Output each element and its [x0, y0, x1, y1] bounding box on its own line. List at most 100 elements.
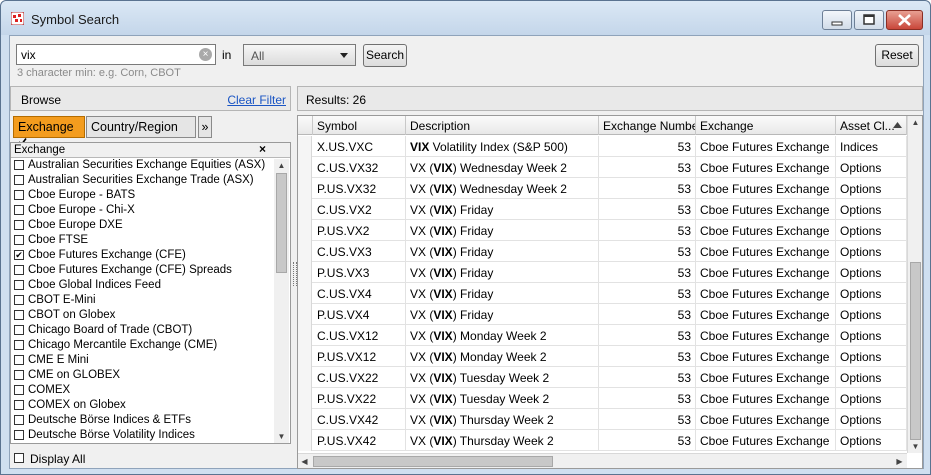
list-item[interactable]: Cboe FTSE — [11, 234, 273, 249]
list-item[interactable]: CME E Mini — [11, 354, 273, 369]
table-row[interactable]: X.US.VXC VIX Volatility Index (S&P 500) 53… — [298, 136, 907, 157]
list-item[interactable]: Cboe Europe - Chi-X — [11, 204, 273, 219]
checkbox[interactable] — [14, 340, 24, 350]
row-gutter[interactable] — [298, 157, 312, 178]
list-item[interactable]: Deutsche Börse Indices & ETFs — [11, 414, 273, 429]
table-row[interactable]: P.US.VX4 VX (VIX) Friday 53 Cboe Futures Ex… — [298, 304, 907, 325]
list-item[interactable]: Deutsche Börse Volatility Indices — [11, 429, 273, 443]
table-row[interactable]: C.US.VX2 VX (VIX) Friday 53 Cboe Futures Ex… — [298, 199, 907, 220]
row-gutter[interactable] — [298, 304, 312, 325]
list-close-icon[interactable]: × — [259, 142, 266, 156]
checkbox[interactable] — [14, 430, 24, 440]
list-item[interactable]: Chicago Board of Trade (CBOT) — [11, 324, 273, 339]
scroll-up-icon[interactable]: ▲ — [274, 159, 289, 172]
checkbox[interactable] — [14, 355, 24, 365]
checkbox[interactable] — [14, 235, 24, 245]
results-horizontal-scrollbar[interactable]: ◀ ▶ — [298, 453, 907, 468]
row-gutter[interactable] — [298, 220, 312, 241]
row-gutter[interactable] — [298, 367, 312, 388]
scroll-up-icon[interactable]: ▲ — [908, 116, 922, 129]
checkbox[interactable] — [14, 190, 24, 200]
column-header-description[interactable]: Description — [406, 116, 599, 135]
checkbox[interactable] — [14, 160, 24, 170]
table-row[interactable]: P.US.VX3 VX (VIX) Friday 53 Cboe Futures Ex… — [298, 262, 907, 283]
row-gutter[interactable] — [298, 199, 312, 220]
list-item[interactable]: Chicago Mercantile Exchange (CME) — [11, 339, 273, 354]
row-gutter[interactable] — [298, 388, 312, 409]
table-row[interactable]: C.US.VX32 VX (VIX) Wednesday Week 2 53 Cboe… — [298, 157, 907, 178]
search-input[interactable] — [21, 47, 193, 62]
checkbox[interactable] — [14, 415, 24, 425]
minimize-button[interactable] — [822, 10, 852, 30]
clear-x-icon[interactable]: × — [199, 48, 212, 61]
table-row[interactable]: C.US.VX3 VX (VIX) Friday 53 Cboe Futures Ex… — [298, 241, 907, 262]
list-item[interactable]: ✔ Cboe Futures Exchange (CFE) — [11, 249, 273, 264]
checkbox[interactable] — [14, 220, 24, 230]
table-row[interactable]: C.US.VX12 VX (VIX) Monday Week 2 53 Cboe Fu… — [298, 325, 907, 346]
list-item[interactable]: COMEX — [11, 384, 273, 399]
results-vertical-scrollbar[interactable]: ▲ ▼ — [907, 116, 922, 453]
row-gutter[interactable] — [298, 430, 312, 451]
row-gutter[interactable] — [298, 283, 312, 304]
reset-button[interactable]: Reset — [875, 44, 919, 67]
list-item[interactable]: Australian Securities Exchange Trade (AS… — [11, 174, 273, 189]
table-row[interactable]: P.US.VX22 VX (VIX) Tuesday Week 2 53 Cboe F… — [298, 388, 907, 409]
row-gutter[interactable] — [298, 241, 312, 262]
scope-select[interactable]: All — [243, 44, 356, 66]
search-input-box[interactable]: × — [16, 44, 216, 65]
list-item[interactable]: Cboe Global Indices Feed — [11, 279, 273, 294]
table-row[interactable]: C.US.VX22 VX (VIX) Tuesday Week 2 53 Cboe F… — [298, 367, 907, 388]
search-button[interactable]: Search — [363, 44, 407, 67]
column-header-exchange-number[interactable]: Exchange Number — [599, 116, 696, 135]
checkbox[interactable] — [14, 400, 24, 410]
clear-filter-link[interactable]: Clear Filter — [227, 93, 286, 107]
scroll-right-icon[interactable]: ▶ — [893, 455, 906, 468]
checkbox[interactable] — [14, 370, 24, 380]
checkbox[interactable] — [14, 265, 24, 275]
list-item[interactable]: Cboe Europe DXE — [11, 219, 273, 234]
scroll-down-icon[interactable]: ▼ — [908, 440, 922, 453]
row-gutter[interactable] — [298, 136, 312, 157]
checkbox[interactable] — [14, 175, 24, 185]
list-item[interactable]: CBOT on Globex — [11, 309, 273, 324]
list-item[interactable]: Australian Securities Exchange Equities … — [11, 159, 273, 174]
table-row[interactable]: P.US.VX32 VX (VIX) Wednesday Week 2 53 Cboe… — [298, 178, 907, 199]
checkbox[interactable] — [14, 295, 24, 305]
table-row[interactable]: P.US.VX12 VX (VIX) Monday Week 2 53 Cboe Fu… — [298, 346, 907, 367]
list-item[interactable]: CBOT E-Mini — [11, 294, 273, 309]
table-row[interactable]: C.US.VX42 VX (VIX) Thursday Week 2 53 Cboe … — [298, 409, 907, 430]
checkbox[interactable] — [14, 325, 24, 335]
scrollbar-thumb[interactable] — [313, 456, 553, 467]
row-gutter[interactable] — [298, 178, 312, 199]
list-item[interactable]: COMEX on Globex — [11, 399, 273, 414]
exchange-list-scrollbar[interactable]: ▲ ▼ — [274, 159, 289, 443]
row-gutter[interactable] — [298, 325, 312, 346]
row-gutter[interactable] — [298, 409, 312, 430]
table-row[interactable]: P.US.VX42 VX (VIX) Thursday Week 2 53 Cboe … — [298, 430, 907, 451]
row-gutter[interactable] — [298, 346, 312, 367]
scroll-down-icon[interactable]: ▼ — [274, 430, 289, 443]
scroll-left-icon[interactable]: ◀ — [298, 455, 311, 468]
scrollbar-thumb[interactable] — [910, 262, 921, 440]
checkbox[interactable] — [14, 280, 24, 290]
checkbox[interactable] — [14, 310, 24, 320]
checkbox[interactable] — [14, 385, 24, 395]
tab-more[interactable]: » — [198, 116, 212, 138]
maximize-button[interactable] — [854, 10, 884, 30]
checkbox[interactable] — [14, 205, 24, 215]
close-window-button[interactable] — [886, 10, 923, 30]
column-header-exchange[interactable]: Exchange — [696, 116, 836, 135]
title-bar[interactable]: Symbol Search — [1, 1, 930, 35]
list-item[interactable]: CME on GLOBEX — [11, 369, 273, 384]
table-row[interactable]: P.US.VX2 VX (VIX) Friday 53 Cboe Futures Ex… — [298, 220, 907, 241]
row-gutter[interactable] — [298, 262, 312, 283]
list-item[interactable]: Cboe Futures Exchange (CFE) Spreads — [11, 264, 273, 279]
tab-exchange[interactable]: Exchange — [13, 116, 85, 146]
display-all-toggle[interactable]: Display All — [10, 448, 291, 469]
tab-country-region[interactable]: Country/Region — [86, 116, 196, 138]
scrollbar-thumb[interactable] — [276, 173, 287, 273]
table-row[interactable]: C.US.VX4 VX (VIX) Friday 53 Cboe Futures Ex… — [298, 283, 907, 304]
list-item[interactable]: Cboe Europe - BATS — [11, 189, 273, 204]
checkbox-checked[interactable]: ✔ — [14, 250, 24, 260]
display-all-checkbox[interactable] — [14, 453, 24, 463]
